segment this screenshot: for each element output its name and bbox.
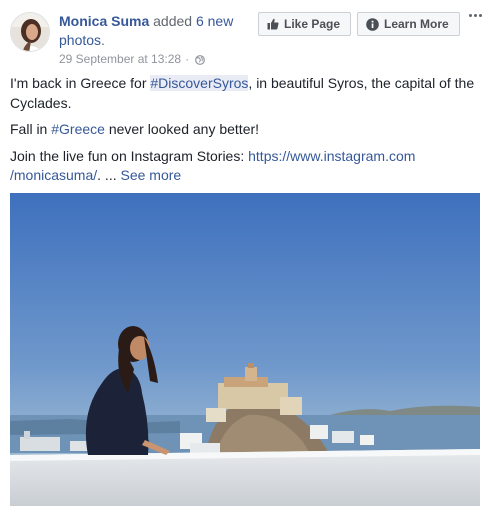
post-headline: Monica Suma added 6 new photos. — [59, 12, 251, 50]
message-paragraph-2: Fall in #Greece never looked any better! — [10, 121, 260, 137]
meta-separator: · — [185, 52, 190, 66]
hashtag-discoversyros[interactable]: #DiscoverSyros — [150, 75, 249, 91]
like-page-label: Like Page — [284, 17, 341, 31]
post-header: Monica Suma added 6 new photos. 29 Septe… — [0, 0, 488, 66]
info-icon — [366, 17, 379, 31]
timestamp[interactable]: 29 September at 13:28 — [59, 52, 181, 66]
learn-more-label: Learn More — [384, 17, 449, 31]
more-options-icon[interactable] — [466, 12, 484, 26]
thumbs-up-icon — [267, 18, 279, 30]
see-more-link[interactable]: See more — [121, 167, 182, 183]
author-name[interactable]: Monica Suma — [59, 13, 149, 29]
message-paragraph-1: I'm back in Greece for #DiscoverSyros, i… — [10, 75, 475, 111]
avatar[interactable] — [10, 12, 50, 52]
post-photo[interactable] — [10, 193, 480, 506]
post-meta: 29 September at 13:28 · — [59, 52, 205, 66]
message-paragraph-3: Join the live fun on Instagram Stories: … — [10, 147, 416, 184]
action-text: added — [149, 13, 196, 29]
learn-more-button[interactable]: Learn More — [357, 12, 460, 36]
like-page-button[interactable]: Like Page — [258, 12, 351, 36]
globe-icon[interactable] — [195, 54, 205, 65]
action-suffix: . — [101, 32, 105, 48]
hashtag-greece[interactable]: #Greece — [51, 121, 105, 137]
post-message: I'm back in Greece for #DiscoverSyros, i… — [10, 74, 480, 193]
